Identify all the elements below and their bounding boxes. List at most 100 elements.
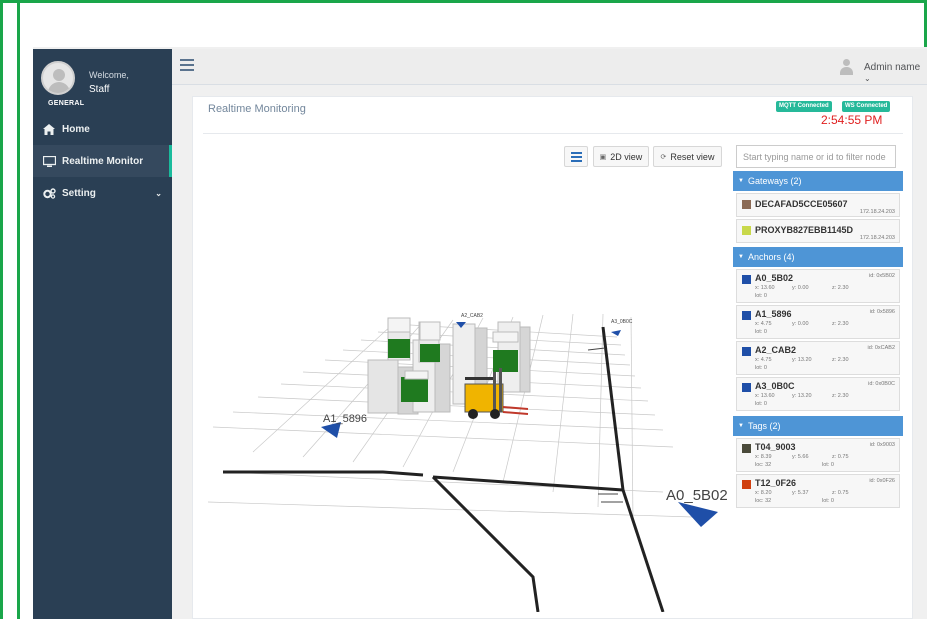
divider	[203, 133, 903, 134]
frame-border	[17, 0, 20, 619]
anchor-label-a0: A0_5B02	[666, 487, 728, 504]
coord-z: z: 2.30	[832, 321, 849, 327]
coord-x: x: 8.20	[755, 490, 772, 496]
coord-z: z: 0.75	[832, 454, 849, 460]
sidebar-item-label: Realtime Monitor	[62, 155, 144, 167]
anchors-header-label: Anchors (4)	[747, 252, 795, 262]
reset-view-button[interactable]: ⟳ Reset view	[653, 146, 722, 167]
coord-z: z: 0.75	[832, 490, 849, 496]
node-name: PROXYB827EBB1145D	[755, 225, 854, 235]
anchor-label-a3: A3_0B0C	[611, 319, 633, 325]
coord-z: z: 2.30	[832, 285, 849, 291]
scene-canvas	[207, 313, 718, 612]
list-view-button[interactable]	[564, 146, 588, 167]
sidebar-item-realtime-monitor[interactable]: Realtime Monitor	[33, 145, 172, 177]
node-lot: lot: 0	[755, 329, 767, 335]
list-item[interactable]: T12_0F26 id: 0x0F26 x: 8.20 y: 5.37 z: 0.75 l…	[736, 474, 900, 508]
node-loc: loc: 32	[755, 462, 772, 468]
node-id: id: 0x5896	[869, 309, 895, 315]
node-id: id: 0x0B0C	[868, 381, 895, 387]
list-item[interactable]: DECAFAD5CCE05607 172.18.24.203	[736, 193, 900, 217]
caret-down-icon: ▼	[738, 423, 744, 429]
welcome-text: Welcome,	[89, 70, 129, 80]
coord-y: y: 13.20	[792, 393, 812, 399]
list-item[interactable]: PROXYB827EBB1145D 172.18.24.203	[736, 219, 900, 243]
mqtt-status-badge: MQTT Connected	[776, 101, 832, 112]
coord-z: z: 2.30	[832, 393, 849, 399]
node-lot: lot: 0	[822, 462, 834, 468]
home-icon	[42, 123, 56, 135]
avatar	[41, 61, 75, 95]
node-name: A1_5896	[755, 309, 792, 319]
admin-menu[interactable]: Admin name ⌄	[864, 62, 927, 84]
3d-scene[interactable]: A1_5896 A2_CAB2 A3_0B0C A0_5B02	[193, 172, 733, 612]
reset-view-label: Reset view	[670, 151, 715, 162]
picture-icon: ▣	[599, 153, 607, 161]
coord-x: x: 4.75	[755, 321, 772, 327]
list-item[interactable]: T04_9003 id: 0x9003 x: 8.39 y: 5.66 z: 0.75 l…	[736, 438, 900, 472]
node-lot: lot: 0	[755, 365, 767, 371]
node-id: id: 0x5B02	[869, 273, 895, 279]
tags-header[interactable]: ▼ Tags (2)	[733, 416, 903, 436]
node-filter-input[interactable]: Start typing name or id to filter node	[736, 145, 896, 168]
node-name: A3_0B0C	[755, 381, 795, 391]
coord-x: x: 13.60	[755, 285, 775, 291]
coord-y: y: 0.00	[792, 285, 809, 291]
sidebar-item-home[interactable]: Home	[33, 113, 172, 145]
menu-toggle-icon[interactable]	[180, 59, 194, 71]
menu-section-title: GENERAL	[48, 100, 85, 107]
ws-status-badge: WS Connected	[842, 101, 891, 112]
chevron-down-icon: ⌄	[155, 188, 162, 198]
node-name: DECAFAD5CCE05607	[755, 199, 848, 209]
list-item[interactable]: A0_5B02 id: 0x5B02 x: 13.60 y: 0.00 z: 2.30 l…	[736, 269, 900, 303]
gateways-header[interactable]: ▼ Gateways (2)	[733, 171, 903, 191]
node-ip: 172.18.24.203	[859, 209, 895, 215]
profile: Welcome, Staff GENERAL	[33, 49, 172, 107]
color-swatch	[742, 275, 751, 284]
node-name: A0_5B02	[755, 273, 794, 283]
color-swatch	[742, 311, 751, 320]
monitoring-panel: Realtime Monitoring MQTT Connected WS Co…	[192, 96, 913, 619]
list-item[interactable]: A3_0B0C id: 0x0B0C x: 13.60 y: 13.20 z: 2.30…	[736, 377, 900, 411]
coord-y: y: 5.37	[792, 490, 809, 496]
color-swatch	[742, 480, 751, 489]
app-window: Welcome, Staff GENERAL Home Realtime Mon…	[33, 47, 927, 619]
sidebar: Welcome, Staff GENERAL Home Realtime Mon…	[33, 49, 172, 619]
user-name: Staff	[89, 84, 110, 95]
color-swatch	[742, 383, 751, 392]
node-name: T12_0F26	[755, 478, 797, 488]
node-id: id: 0x9003	[869, 442, 895, 448]
anchor-label-a2: A2_CAB2	[461, 313, 483, 319]
sidebar-item-label: Setting	[62, 187, 96, 199]
coord-y: y: 13.20	[792, 357, 812, 363]
sidebar-item-setting[interactable]: Setting ⌄	[33, 177, 172, 209]
color-swatch	[742, 226, 751, 235]
list-icon	[570, 150, 582, 164]
admin-name-label: Admin name	[864, 62, 921, 73]
coord-x: x: 4.75	[755, 357, 772, 363]
coord-z: z: 2.30	[832, 357, 849, 363]
coord-x: x: 13.60	[755, 393, 775, 399]
tags-header-label: Tags (2)	[747, 421, 781, 431]
user-avatar-icon	[840, 59, 853, 75]
coord-y: y: 5.66	[792, 454, 809, 460]
node-id: id: 0x0F26	[869, 478, 895, 484]
list-item[interactable]: A1_5896 id: 0x5896 x: 4.75 y: 0.00 z: 2.30 lo…	[736, 305, 900, 339]
caret-down-icon: ▼	[738, 178, 744, 184]
caret-down-icon: ▼	[738, 254, 744, 260]
refresh-icon: ⟳	[660, 153, 667, 161]
node-ip: 172.18.24.203	[859, 235, 895, 241]
list-item[interactable]: A2_CAB2 id: 0xCAB2 x: 4.75 y: 13.20 z: 2.30 l…	[736, 341, 900, 375]
gateways-header-label: Gateways (2)	[747, 176, 802, 186]
2d-view-button[interactable]: ▣ 2D view	[593, 146, 649, 167]
color-swatch	[742, 200, 751, 209]
node-loc: loc: 32	[755, 498, 772, 504]
anchor-label-a1: A1_5896	[323, 413, 368, 425]
monitor-icon	[42, 155, 56, 167]
node-lot: lot: 0	[755, 293, 767, 299]
anchors-header[interactable]: ▼ Anchors (4)	[733, 247, 903, 267]
coord-y: y: 0.00	[792, 321, 809, 327]
color-swatch	[742, 347, 751, 356]
node-name: A2_CAB2	[755, 345, 797, 355]
color-swatch	[742, 444, 751, 453]
